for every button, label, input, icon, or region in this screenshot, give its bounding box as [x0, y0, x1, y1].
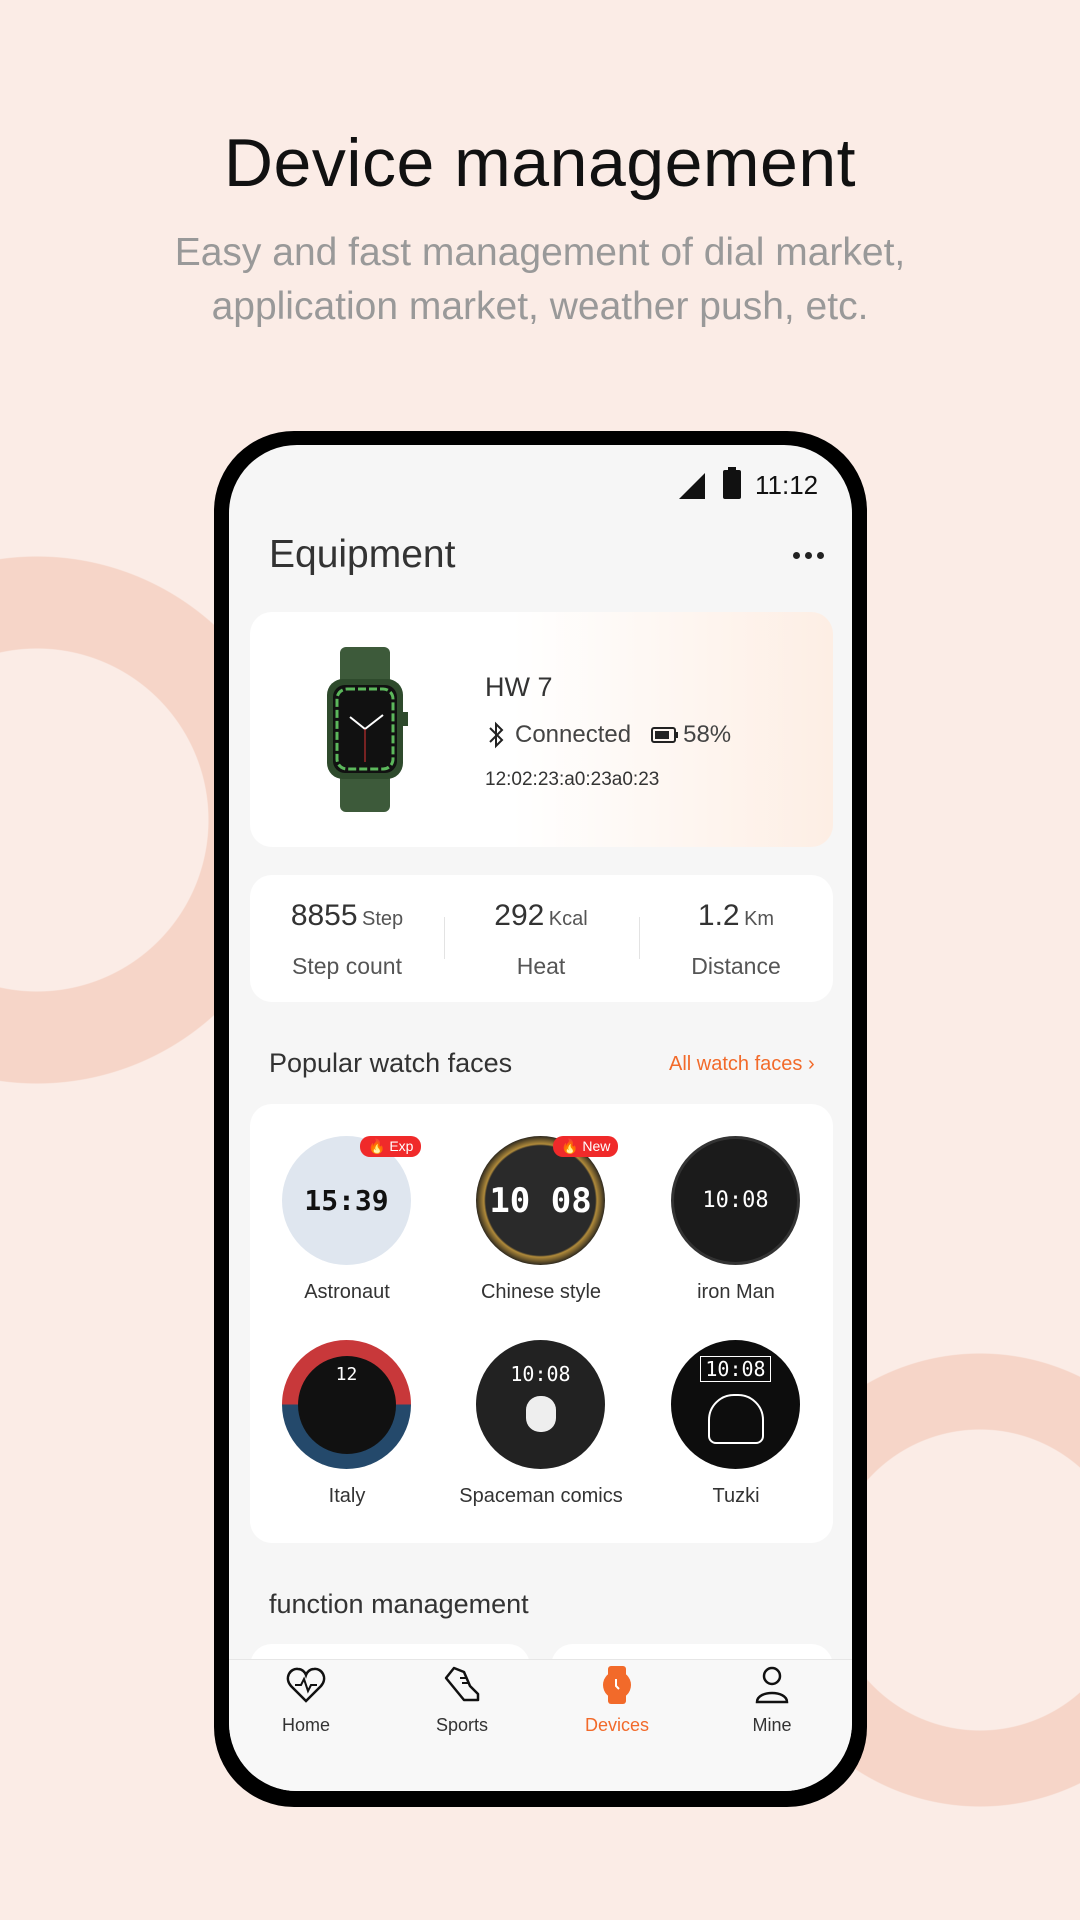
face-time: 10:08: [510, 1362, 571, 1386]
subtitle-line: Easy and fast management of dial market,: [174, 231, 906, 274]
signal-icon: [679, 473, 705, 499]
face-label: Chinese style: [480, 1281, 602, 1303]
stat-label: Distance: [691, 953, 781, 979]
subtitle-line: application market, weather push, etc.: [211, 285, 869, 328]
face-time: 10 08: [489, 1180, 592, 1221]
nav-label: Mine: [752, 1715, 792, 1735]
watch-face-italy[interactable]: 12: [282, 1340, 411, 1469]
watch-faces-card: 15:39 🔥 Exp Astronaut 10 08 🔥 New Chines…: [250, 1104, 833, 1543]
all-watch-faces-link[interactable]: All watch faces ›: [669, 1053, 815, 1076]
bottom-nav: Home Sports Devices Mine: [229, 1659, 852, 1791]
nav-label: Home: [281, 1715, 330, 1735]
page-title: Device management: [223, 125, 857, 201]
face-label: Italy: [328, 1485, 366, 1507]
device-mac: 12:02:23:a0:23a0:23: [485, 769, 660, 790]
watch-face-spaceman-comics[interactable]: 10:08: [476, 1340, 605, 1469]
nav-devices[interactable]: Devices: [542, 1666, 692, 1736]
nav-label: Sports: [435, 1715, 489, 1735]
section-title: function management: [269, 1589, 529, 1619]
face-label: iron Man: [697, 1281, 775, 1303]
stat-label: Heat: [516, 953, 566, 979]
face-label: Tuzki: [712, 1485, 760, 1507]
stat-distance: 1.2 Km Distance: [639, 899, 833, 980]
battery-level-icon: [651, 727, 679, 743]
battery-percent: 58%: [683, 721, 732, 748]
person-icon: [755, 1666, 789, 1704]
status-time: 11:12: [755, 470, 819, 500]
stat-label: Step count: [292, 953, 402, 979]
nav-sports[interactable]: Sports: [387, 1666, 537, 1736]
new-badge: 🔥 New: [553, 1136, 619, 1157]
watch-face-tuzki[interactable]: 10:08: [671, 1340, 800, 1469]
link-label: All watch faces: [669, 1053, 803, 1075]
watch-face-iron-man[interactable]: 10:08: [671, 1136, 800, 1265]
screen-title: Equipment: [269, 533, 456, 576]
more-dots-icon[interactable]: [793, 545, 833, 565]
watch-image: [327, 647, 408, 812]
face-label: Astronaut: [304, 1281, 390, 1303]
badge-label: Exp: [389, 1138, 414, 1154]
bluetooth-icon: [489, 721, 504, 749]
nav-mine[interactable]: Mine: [697, 1666, 847, 1736]
phone-screen: 11:12 Equipment HW 7 Connected 58% 12:02…: [229, 445, 852, 1791]
section-title: Popular watch faces: [269, 1048, 513, 1078]
stat-steps: 8855 Step Step count: [250, 899, 444, 980]
nav-home[interactable]: Home: [231, 1666, 381, 1736]
stat-value: 8855: [290, 899, 358, 932]
stats-card: 8855 Step Step count 292 Kcal Heat 1.2 Km D…: [250, 875, 833, 1002]
device-card[interactable]: HW 7 Connected 58% 12:02:23:a0:23a0:23: [250, 612, 833, 847]
connection-status: Connected: [515, 721, 632, 748]
face-label: Spaceman comics: [459, 1485, 623, 1507]
face-time: 12: [335, 1363, 358, 1385]
stat-heat: 292 Kcal Heat: [444, 899, 638, 980]
chevron-right-icon: ›: [807, 1053, 815, 1075]
shoe-icon: [444, 1666, 480, 1702]
heart-pulse-icon: [286, 1667, 326, 1703]
face-time: 10:08: [700, 1356, 771, 1382]
stat-value: 1.2: [697, 899, 740, 932]
watch-icon: [603, 1666, 631, 1704]
face-time: 15:39: [304, 1184, 389, 1217]
face-time: 10:08: [702, 1188, 769, 1213]
badge-label: New: [582, 1138, 611, 1154]
stat-unit: Step: [362, 908, 404, 930]
stat-unit: Kcal: [548, 908, 588, 930]
nav-label: Devices: [584, 1715, 650, 1735]
exp-badge: 🔥 Exp: [360, 1136, 422, 1157]
stat-value: 292: [494, 899, 545, 932]
stat-unit: Km: [744, 908, 775, 930]
battery-icon: [723, 467, 741, 499]
page-subtitle: Easy and fast management of dial market,…: [0, 226, 1080, 334]
device-name: HW 7: [485, 672, 553, 702]
